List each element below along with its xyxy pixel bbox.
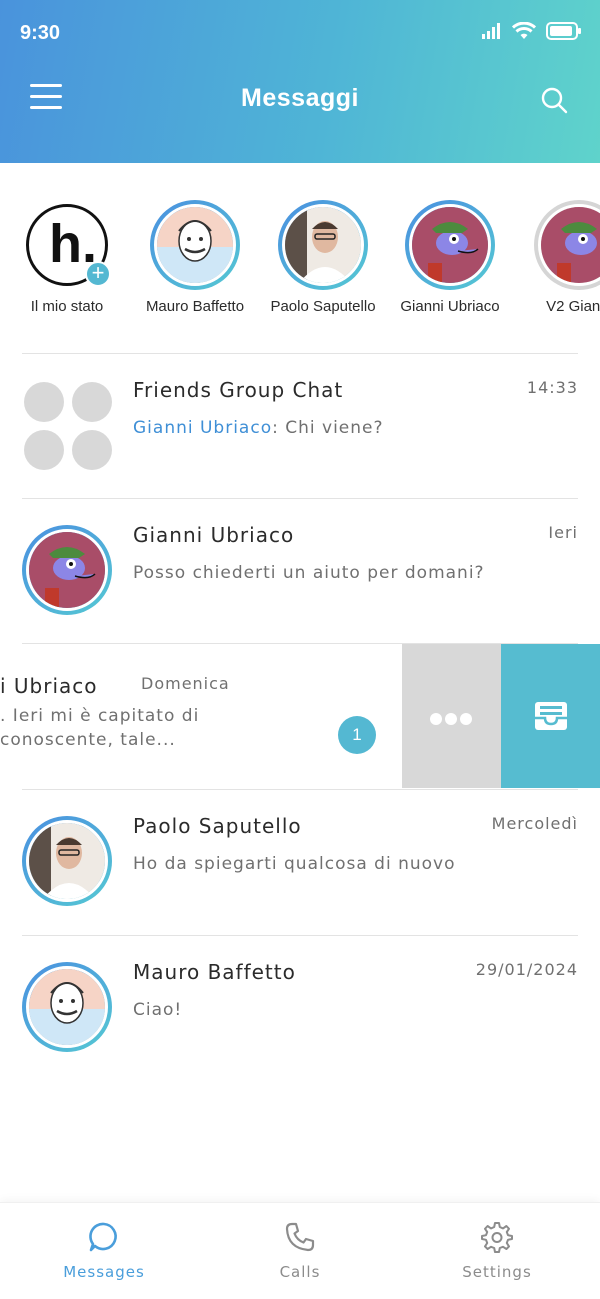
signal-icon: [482, 23, 500, 39]
nav-calls[interactable]: Calls: [200, 1221, 400, 1281]
chat-row[interactable]: Mauro Baffetto 29/01/2024 Ciao!: [0, 936, 600, 1080]
add-status-icon[interactable]: +: [85, 261, 111, 287]
chat-row[interactable]: Friends Group Chat 14:33 Gianni Ubriaco:…: [0, 354, 600, 498]
nav-label: Messages: [63, 1263, 145, 1281]
chat-name: Paolo Saputello: [133, 814, 302, 838]
chat-preview-line-1: . Ieri mi è capitato di: [0, 706, 200, 726]
more-icon: [430, 710, 475, 729]
chat-time: 14:33: [526, 378, 578, 397]
status-icons: [482, 22, 582, 40]
story-item[interactable]: Gianni Ubriaco: [386, 200, 514, 315]
chat-time: 29/01/2024: [475, 960, 578, 979]
nav-label: Settings: [462, 1263, 532, 1281]
stories-bar[interactable]: h. + Il mio stato Mauro Baffetto Paolo S…: [0, 196, 600, 326]
story-item[interactable]: Mauro Baffetto: [131, 200, 259, 315]
avatar: [22, 525, 112, 615]
battery-icon: [546, 22, 581, 40]
story-item[interactable]: Paolo Saputello: [259, 200, 387, 315]
unread-badge: 1: [338, 716, 376, 754]
chat-bubble-icon: [89, 1222, 117, 1252]
story-my-status[interactable]: h. + Il mio stato: [3, 200, 131, 315]
avatar-v2-gianni: [538, 204, 600, 286]
avatar-paolo: [282, 204, 364, 286]
story-name: Il mio stato: [30, 298, 104, 315]
status-time: 9:30: [20, 22, 61, 44]
chat-preview-line-2: conoscente, tale...: [0, 730, 176, 750]
chat-name: Friends Group Chat: [133, 378, 344, 402]
chat-time: Domenica: [141, 674, 230, 693]
bottom-navigation: Messages Calls Settings: [0, 1202, 600, 1299]
story-name: Gianni Ubriaco: [400, 298, 500, 315]
chat-preview: Gianni Ubriaco: Chi viene?: [133, 418, 384, 438]
wifi-icon: [512, 22, 536, 39]
avatar: [22, 816, 112, 906]
nav-settings[interactable]: Settings: [397, 1221, 597, 1281]
chat-preview: Ciao!: [133, 1000, 183, 1020]
group-avatar: [24, 382, 114, 472]
chat-row[interactable]: Paolo Saputello Mercoledì Ho da spiegart…: [0, 790, 600, 934]
story-name: Mauro Baffetto: [145, 298, 245, 315]
story-name: V2 Gianni: [546, 298, 600, 315]
app-header: 9:30 Messaggi: [0, 0, 600, 163]
chat-preview: Posso chiederti un aiuto per domani?: [133, 563, 485, 583]
avatar-gianni: [409, 204, 491, 286]
nav-label: Calls: [279, 1263, 321, 1281]
chat-row[interactable]: Gianni Ubriaco Ieri Posso chiederti un a…: [0, 499, 600, 643]
archive-button[interactable]: [501, 644, 600, 788]
my-status-avatar: h. +: [26, 204, 111, 287]
chat-name: Mauro Baffetto: [133, 960, 296, 984]
chat-preview: Ho da spiegarti qualcosa di nuovo: [133, 854, 456, 874]
archive-icon: [535, 702, 567, 730]
phone-icon: [285, 1222, 315, 1252]
chat-time: Mercoledì: [491, 814, 578, 833]
avatar-mauro: [154, 204, 236, 286]
story-item[interactable]: V2 Gianni: [515, 200, 600, 315]
chat-time: Ieri: [548, 523, 578, 542]
preview-text: : Chi viene?: [272, 418, 384, 438]
more-options-button[interactable]: [402, 644, 501, 788]
gear-icon: [481, 1222, 513, 1253]
avatar: [22, 962, 112, 1052]
chat-name: i Ubriaco: [0, 674, 98, 698]
nav-messages[interactable]: Messages: [4, 1221, 204, 1281]
page-title: Messaggi: [241, 84, 359, 112]
chat-name: Gianni Ubriaco: [133, 523, 295, 547]
story-name: Paolo Saputello: [270, 298, 376, 315]
search-icon[interactable]: [540, 86, 568, 114]
preview-sender: Gianni Ubriaco: [133, 418, 273, 438]
